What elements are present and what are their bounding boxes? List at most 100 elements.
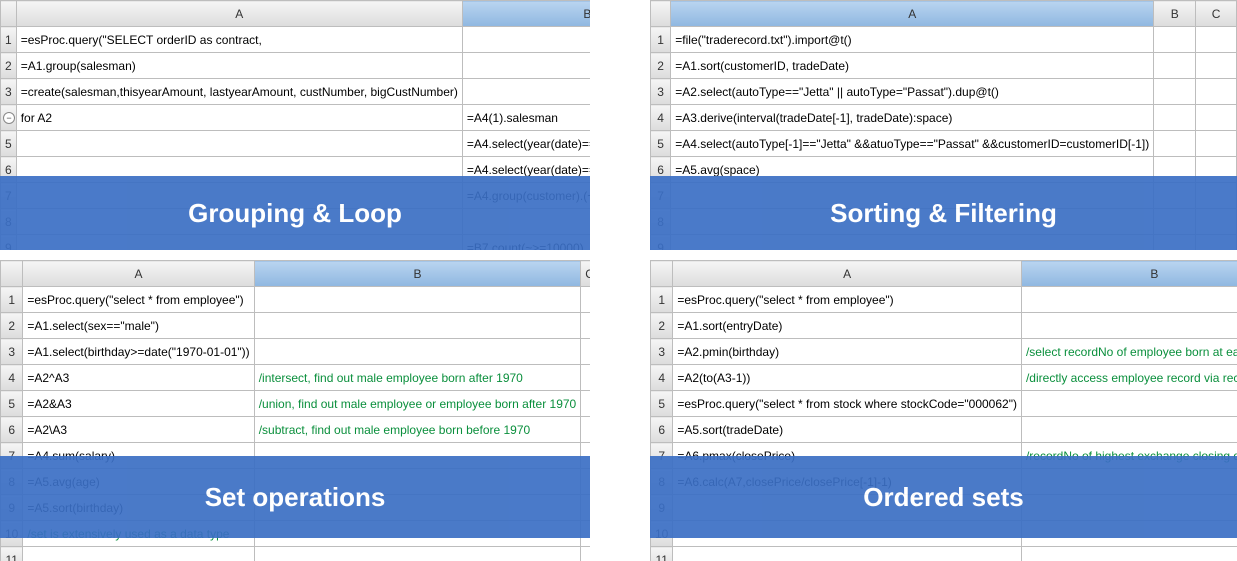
- col-header-A[interactable]: A: [673, 261, 1022, 287]
- cell-C[interactable]: [1196, 27, 1237, 53]
- cell-B[interactable]: [1021, 417, 1237, 443]
- row-header[interactable]: 6: [1, 417, 23, 443]
- row-header[interactable]: 3: [651, 79, 671, 105]
- cell-B[interactable]: [1154, 53, 1196, 79]
- col-header-A[interactable]: A: [16, 1, 462, 27]
- row-header[interactable]: 2: [651, 53, 671, 79]
- col-header-B[interactable]: B: [1021, 261, 1237, 287]
- cell-B[interactable]: [1021, 287, 1237, 313]
- cell-A[interactable]: =A4.select(autoType[-1]=="Jetta" &&atuoT…: [671, 131, 1154, 157]
- col-header-B[interactable]: B: [1154, 1, 1196, 27]
- cell-B[interactable]: [1154, 27, 1196, 53]
- cell-A[interactable]: =esProc.query("select * from stock where…: [673, 391, 1022, 417]
- row-header[interactable]: 2: [1, 313, 23, 339]
- row-header[interactable]: 1: [651, 27, 671, 53]
- cell-B[interactable]: [462, 79, 590, 105]
- col-header-C[interactable]: C: [581, 261, 590, 287]
- col-header-A[interactable]: A: [23, 261, 254, 287]
- cell-A[interactable]: =A2&A3: [23, 391, 254, 417]
- select-all-corner[interactable]: [651, 1, 671, 27]
- row-header[interactable]: 5: [1, 131, 17, 157]
- cell-B[interactable]: [462, 53, 590, 79]
- select-all-corner[interactable]: [651, 261, 673, 287]
- row-header[interactable]: 3: [1, 79, 17, 105]
- cell-B[interactable]: [462, 27, 590, 53]
- cell-B[interactable]: =A4.select(year(date)==year).sum(amount): [462, 131, 590, 157]
- cell-A[interactable]: [23, 547, 254, 561]
- cell-C[interactable]: [581, 287, 590, 313]
- cell-C[interactable]: [581, 417, 590, 443]
- cell-C[interactable]: [581, 339, 590, 365]
- cell-A[interactable]: =A5.sort(tradeDate): [673, 417, 1022, 443]
- cell-C[interactable]: [581, 391, 590, 417]
- cell-A[interactable]: =A1.sort(customerID, tradeDate): [671, 53, 1154, 79]
- cell-B[interactable]: [254, 547, 581, 561]
- cell-A[interactable]: [673, 547, 1022, 561]
- cell-A[interactable]: =A2^A3: [23, 365, 254, 391]
- cell-B[interactable]: [254, 339, 581, 365]
- cell-B[interactable]: [1021, 391, 1237, 417]
- cell-C[interactable]: [1196, 79, 1237, 105]
- col-header-B[interactable]: B: [462, 1, 590, 27]
- cell-B[interactable]: /subtract, find out male employee born b…: [254, 417, 581, 443]
- cell-B[interactable]: [1021, 547, 1237, 561]
- row-header[interactable]: 1: [1, 27, 17, 53]
- collapse-icon[interactable]: −: [3, 112, 15, 124]
- cell-B[interactable]: [254, 287, 581, 313]
- cell-A[interactable]: =A2(to(A3-1)): [673, 365, 1022, 391]
- cell-A[interactable]: =A1.select(birthday>=date("1970-01-01")): [23, 339, 254, 365]
- row-header[interactable]: 4−: [1, 105, 17, 131]
- cell-A[interactable]: =file("traderecord.txt").import@t(): [671, 27, 1154, 53]
- row-header[interactable]: 3: [1, 339, 23, 365]
- row-header[interactable]: 5: [651, 131, 671, 157]
- cell-B[interactable]: [1154, 105, 1196, 131]
- cell-C[interactable]: [581, 365, 590, 391]
- cell-B[interactable]: [1154, 131, 1196, 157]
- row-header[interactable]: 2: [1, 53, 17, 79]
- cell-A[interactable]: =A1.group(salesman): [16, 53, 462, 79]
- cell-B[interactable]: [254, 313, 581, 339]
- cell-A[interactable]: =A1.sort(entryDate): [673, 313, 1022, 339]
- row-header[interactable]: 6: [651, 417, 673, 443]
- select-all-corner[interactable]: [1, 1, 17, 27]
- col-header-C[interactable]: C: [1196, 1, 1237, 27]
- cell-B[interactable]: /union, find out male employee or employ…: [254, 391, 581, 417]
- col-header-B[interactable]: B: [254, 261, 581, 287]
- cell-A[interactable]: =create(salesman,thisyearAmount, lastyea…: [16, 79, 462, 105]
- cell-C[interactable]: [1196, 131, 1237, 157]
- cell-A[interactable]: =A2.pmin(birthday): [673, 339, 1022, 365]
- row-header[interactable]: 4: [651, 365, 673, 391]
- table-row: 4=A2(to(A3-1))/directly access employee …: [651, 365, 1237, 391]
- cell-B[interactable]: /directly access employee record via rec…: [1021, 365, 1237, 391]
- row-header[interactable]: 4: [1, 365, 23, 391]
- cell-A[interactable]: =A2\A3: [23, 417, 254, 443]
- row-header[interactable]: 1: [651, 287, 673, 313]
- cell-A[interactable]: [16, 131, 462, 157]
- cell-C[interactable]: [581, 547, 590, 561]
- col-header-A[interactable]: A: [671, 1, 1154, 27]
- cell-C[interactable]: [581, 313, 590, 339]
- cell-A[interactable]: =A1.select(sex=="male"): [23, 313, 254, 339]
- cell-A[interactable]: for A2: [16, 105, 462, 131]
- cell-A[interactable]: =A2.select(autoType=="Jetta" || autoType…: [671, 79, 1154, 105]
- cell-B[interactable]: [1154, 79, 1196, 105]
- cell-C[interactable]: [1196, 105, 1237, 131]
- cell-A[interactable]: =esProc.query("select * from employee"): [673, 287, 1022, 313]
- row-header[interactable]: 2: [651, 313, 673, 339]
- row-header[interactable]: 5: [1, 391, 23, 417]
- select-all-corner[interactable]: [1, 261, 23, 287]
- row-header[interactable]: 1: [1, 287, 23, 313]
- row-header[interactable]: 11: [651, 547, 673, 561]
- row-header[interactable]: 5: [651, 391, 673, 417]
- cell-B[interactable]: [1021, 313, 1237, 339]
- row-header[interactable]: 11: [1, 547, 23, 561]
- cell-A[interactable]: =esProc.query("select * from employee"): [23, 287, 254, 313]
- cell-B[interactable]: =A4(1).salesman: [462, 105, 590, 131]
- row-header[interactable]: 4: [651, 105, 671, 131]
- row-header[interactable]: 3: [651, 339, 673, 365]
- cell-C[interactable]: [1196, 53, 1237, 79]
- cell-A[interactable]: =A3.derive(interval(tradeDate[-1], trade…: [671, 105, 1154, 131]
- cell-B[interactable]: /intersect, find out male employee born …: [254, 365, 581, 391]
- cell-B[interactable]: /select recordNo of employee born at ear…: [1021, 339, 1237, 365]
- cell-A[interactable]: =esProc.query("SELECT orderID as contrac…: [16, 27, 462, 53]
